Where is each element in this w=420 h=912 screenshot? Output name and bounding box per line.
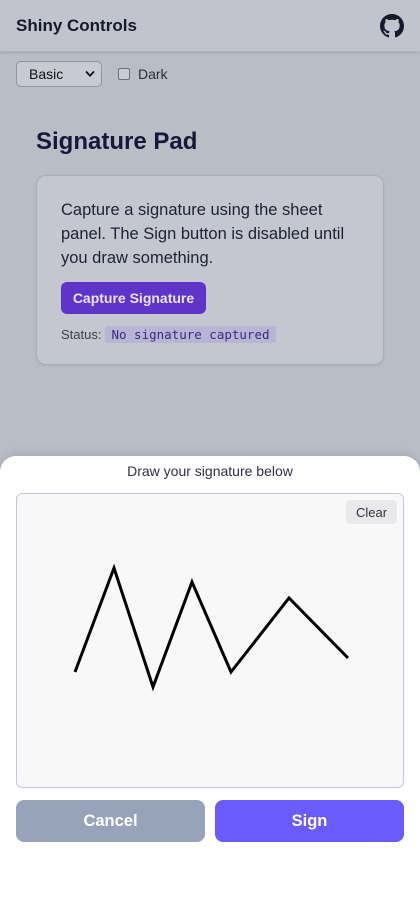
controls-row: Basic Dark: [16, 61, 168, 87]
signature-sheet: Draw your signature below Clear Cancel S…: [0, 456, 420, 912]
github-icon[interactable]: [380, 13, 404, 38]
signature-pad[interactable]: Clear: [16, 493, 404, 788]
status-label: Status:: [61, 327, 102, 342]
chevron-down-icon: [85, 71, 95, 77]
signature-card: Capture a signature using the sheet pane…: [36, 175, 384, 365]
dark-label: Dark: [138, 66, 168, 82]
sheet-heading: Draw your signature below: [127, 463, 293, 479]
page-title: Signature Pad: [36, 128, 198, 155]
theme-select[interactable]: Basic: [16, 61, 102, 87]
app-title: Shiny Controls: [16, 15, 137, 35]
signature-stroke: [73, 563, 350, 692]
sign-button[interactable]: Sign: [215, 800, 404, 842]
clear-button[interactable]: Clear: [346, 500, 397, 524]
cancel-button[interactable]: Cancel: [16, 800, 205, 842]
status-value: No signature captured: [105, 326, 276, 343]
capture-signature-button[interactable]: Capture Signature: [61, 282, 206, 314]
dark-checkbox[interactable]: [118, 68, 130, 80]
card-description: Capture a signature using the sheet pane…: [61, 201, 345, 267]
dark-toggle[interactable]: Dark: [118, 66, 168, 82]
app-header: Shiny Controls: [0, 0, 420, 52]
theme-select-value: Basic: [29, 66, 64, 82]
status-row: Status: No signature captured: [61, 326, 359, 343]
